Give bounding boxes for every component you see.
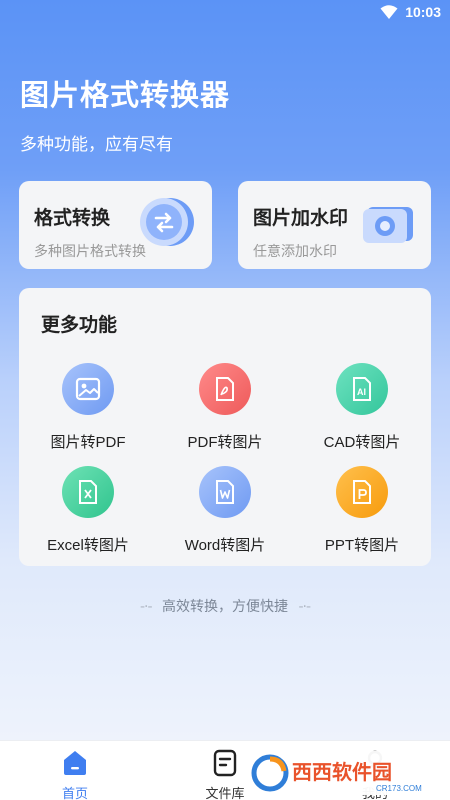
excel-icon xyxy=(79,480,97,504)
excel-to-image-label: Excel转图片 xyxy=(47,537,129,554)
format-convert-card[interactable]: 格式转换 多种图片格式转换 xyxy=(19,181,212,269)
status-bar: 10:03 xyxy=(0,0,450,26)
pdf-icon xyxy=(216,377,234,401)
slogan-dash-right: -·- xyxy=(298,599,311,615)
app-subtitle: 多种功能，应有尽有 xyxy=(20,135,173,155)
pdf-to-image-button[interactable]: PDF转图片 xyxy=(156,363,294,452)
watermark-sub: CR173.COM xyxy=(376,784,422,793)
wifi-icon xyxy=(380,5,398,19)
word-icon xyxy=(216,480,234,504)
format-convert-icon xyxy=(140,198,194,246)
site-watermark-logo: 西西软件园 CR173.COM xyxy=(248,751,430,795)
image-to-pdf-label: 图片转PDF xyxy=(50,434,126,451)
ppt-to-image-button[interactable]: PPT转图片 xyxy=(293,466,431,555)
excel-to-image-button[interactable]: Excel转图片 xyxy=(19,466,157,555)
word-to-image-button[interactable]: Word转图片 xyxy=(156,466,294,555)
home-icon xyxy=(64,751,86,775)
svg-text:AI: AI xyxy=(357,387,366,397)
slogan: -·- 高效转换，方便快捷 -·- xyxy=(0,596,450,616)
camera-icon xyxy=(363,207,413,243)
status-time: 10:03 xyxy=(405,4,441,20)
pdf-to-image-label: PDF转图片 xyxy=(187,434,263,451)
format-convert-title: 格式转换 xyxy=(34,207,111,229)
ppt-icon xyxy=(353,480,371,504)
more-functions-title: 更多功能 xyxy=(41,314,118,336)
file-library-icon xyxy=(213,749,237,777)
ppt-to-image-label: PPT转图片 xyxy=(324,537,400,554)
slogan-dash-left: -·- xyxy=(139,599,153,615)
cad-to-image-label: CAD转图片 xyxy=(323,434,401,451)
add-watermark-card[interactable]: 图片加水印 任意添加水印 xyxy=(238,181,431,269)
format-convert-desc: 多种图片格式转换 xyxy=(34,244,146,260)
cad-icon: AI xyxy=(353,377,371,401)
image-to-pdf-button[interactable]: 图片转PDF xyxy=(19,363,157,452)
cad-to-image-button[interactable]: AI CAD转图片 xyxy=(293,363,431,452)
nav-home-label: 首页 xyxy=(61,787,88,800)
add-watermark-desc: 任意添加水印 xyxy=(253,244,337,260)
watermark-text: 西西软件园 xyxy=(292,760,392,784)
more-functions-panel: 更多功能 图片转PDF PDF转图片 AI CAD转图片 Excel转图片 Wo… xyxy=(19,288,431,566)
nav-home[interactable]: 首页 xyxy=(35,749,115,800)
app-title: 图片格式转换器 xyxy=(20,78,231,112)
word-to-image-label: Word转图片 xyxy=(184,537,266,554)
add-watermark-title: 图片加水印 xyxy=(253,207,349,229)
slogan-text: 高效转换，方便快捷 xyxy=(162,599,288,615)
watermark-logo-graphic: 西西软件园 CR173.COM xyxy=(251,754,422,793)
image-icon xyxy=(75,377,101,401)
